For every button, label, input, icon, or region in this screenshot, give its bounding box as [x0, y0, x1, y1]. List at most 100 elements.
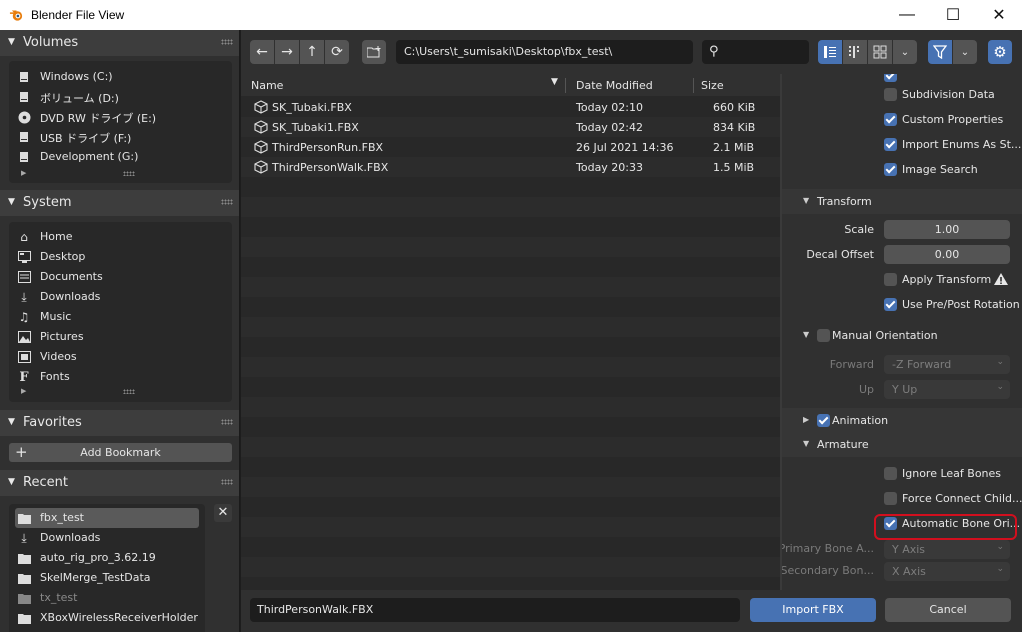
collapse-arrow-icon: ▼ — [8, 37, 15, 47]
resize-handle[interactable] — [123, 171, 135, 176]
add-bookmark-button[interactable]: + Add Bookmark — [9, 443, 232, 462]
empty-row — [241, 377, 780, 397]
clear-recent-button[interactable]: ✕ — [214, 504, 232, 522]
thumbnail-view-button[interactable] — [868, 40, 892, 64]
file-name: SK_Tubaki1.FBX — [272, 121, 359, 134]
import-fbx-button[interactable]: Import FBX — [750, 598, 876, 622]
recent-item[interactable]: auto_rig_pro_3.62.19 — [15, 548, 205, 568]
primary-bone-axis-dropdown[interactable]: Y Axis ⌄ — [884, 540, 1010, 559]
file-row[interactable]: ThirdPersonRun.FBX 26 Jul 2021 14:36 2.1 M… — [241, 137, 780, 157]
scale-field[interactable]: 1.00 — [884, 220, 1010, 239]
volume-label: USB ドライブ (F:) — [40, 132, 132, 145]
settings-toggle-button[interactable]: ⚙ — [988, 40, 1012, 64]
drag-grip-icon[interactable] — [221, 39, 233, 45]
checkbox-icon — [884, 113, 897, 126]
sidebar-item-home[interactable]: ⌂ Home — [15, 227, 205, 247]
volume-item[interactable]: DVD RW ドライブ (E:) — [15, 107, 205, 127]
sidebar-item-desktop[interactable]: Desktop — [15, 247, 205, 267]
empty-row — [241, 517, 780, 537]
maximize-button[interactable]: ☐ — [930, 0, 976, 30]
volume-item[interactable]: Windows (C:) — [15, 67, 205, 87]
manual-orientation-section-header[interactable]: ▼ Manual Orientation — [782, 323, 1022, 348]
volume-item[interactable]: Development (G:) — [15, 147, 205, 167]
recent-item[interactable]: fbx_test — [15, 508, 199, 528]
search-input[interactable]: ⚲ — [702, 40, 809, 64]
directory-path-input[interactable]: C:\Users\t_sumisaki\Desktop\fbx_test\ — [396, 40, 693, 64]
sidebar-item-pictures[interactable]: Pictures — [15, 327, 205, 347]
file-name: ThirdPersonWalk.FBX — [272, 161, 389, 174]
up-dropdown[interactable]: Y Up ⌄ — [884, 380, 1010, 399]
favorites-panel-header[interactable]: ▼ Favorites — [0, 410, 239, 436]
transform-section-header[interactable]: ▼ Transform — [782, 189, 1022, 214]
volumes-panel-header[interactable]: ▼ Volumes — [0, 30, 239, 56]
back-button[interactable]: ← — [250, 40, 274, 64]
empty-row — [241, 357, 780, 377]
sidebar-item-downloads[interactable]: ⤓ Downloads — [15, 287, 205, 307]
horizontal-list-view-button[interactable] — [843, 40, 867, 64]
close-window-button[interactable]: ✕ — [976, 0, 1022, 30]
file-row[interactable]: SK_Tubaki1.FBX Today 02:42 834 KiB — [241, 117, 780, 137]
recent-item[interactable]: SkelMerge_TestData — [15, 568, 205, 588]
filter-settings-dropdown[interactable]: ⌄ — [953, 40, 977, 64]
file-list-header: Name ▼ Date Modified Size — [241, 74, 780, 96]
minimize-button[interactable]: — — [884, 0, 930, 30]
column-date-header[interactable]: Date Modified — [576, 79, 653, 92]
volume-item[interactable]: USB ドライブ (F:) — [15, 127, 205, 147]
filter-toggle-button[interactable] — [928, 40, 952, 64]
refresh-button[interactable]: ⟳ — [325, 40, 349, 64]
picture-icon — [17, 330, 31, 344]
column-name-header[interactable]: Name — [251, 79, 283, 92]
recent-panel-header[interactable]: ▼ Recent — [0, 470, 239, 496]
column-divider[interactable] — [565, 78, 566, 93]
file-row[interactable]: SK_Tubaki.FBX Today 02:10 660 KiB — [241, 97, 780, 117]
decal-offset-field[interactable]: 0.00 — [884, 245, 1010, 264]
chevron-down-icon: ⌄ — [996, 542, 1004, 552]
recent-list: fbx_test ⤓ Downloads auto_rig_pro_3.62.1… — [9, 504, 205, 632]
recent-item[interactable]: tx_test — [15, 588, 205, 608]
vertical-list-view-button[interactable] — [818, 40, 842, 64]
drag-grip-icon[interactable] — [221, 479, 233, 485]
animation-checkbox[interactable] — [817, 414, 830, 427]
file-date: Today 20:33 — [576, 161, 644, 174]
collapse-arrow-icon: ▼ — [803, 439, 810, 448]
resize-handle[interactable] — [123, 389, 135, 394]
forward-dropdown[interactable]: -Z Forward ⌄ — [884, 355, 1010, 374]
drag-grip-icon[interactable] — [221, 419, 233, 425]
volume-item[interactable]: ボリューム (D:) — [15, 87, 205, 107]
forward-button[interactable]: → — [275, 40, 299, 64]
sidebar: ▼ Volumes Windows (C:) ボリューム (D:) DVD RW… — [0, 30, 240, 632]
folder-icon — [17, 611, 31, 625]
secondary-bone-axis-dropdown[interactable]: X Axis ⌄ — [884, 562, 1010, 581]
sidebar-item-videos[interactable]: Videos — [15, 347, 205, 367]
sidebar-item-documents[interactable]: Documents — [15, 267, 205, 287]
cancel-button[interactable]: Cancel — [885, 598, 1011, 622]
parent-directory-button[interactable]: ↑ — [300, 40, 324, 64]
recent-item-label: XBoxWirelessReceiverHolder — [40, 611, 198, 624]
empty-row — [241, 577, 780, 590]
animation-section-header[interactable]: ▶ Animation — [782, 408, 1022, 433]
drag-grip-icon[interactable] — [221, 199, 233, 205]
empty-row — [241, 237, 780, 257]
sidebar-item-fonts[interactable]: F Fonts — [15, 367, 205, 387]
system-list: ⌂ Home Desktop Documents ⤓ Downloads ♫ M… — [9, 222, 232, 402]
columns-view-icon — [849, 46, 859, 58]
manual-orientation-checkbox[interactable] — [817, 329, 830, 342]
hard-drive-icon — [17, 90, 31, 104]
display-settings-dropdown[interactable]: ⌄ — [893, 40, 917, 64]
filename-input[interactable]: ThirdPersonWalk.FBX — [250, 598, 740, 622]
armature-section-header[interactable]: ▼ Armature — [782, 432, 1022, 457]
hard-drive-icon — [17, 150, 31, 164]
column-size-header[interactable]: Size — [701, 79, 724, 92]
file-row[interactable]: ThirdPersonWalk.FBX Today 20:33 1.5 MiB — [241, 157, 780, 177]
file-name: ThirdPersonRun.FBX — [272, 141, 384, 154]
column-divider[interactable] — [693, 78, 694, 93]
system-panel-header[interactable]: ▼ System — [0, 190, 239, 216]
sidebar-item-music[interactable]: ♫ Music — [15, 307, 205, 327]
recent-item[interactable]: ⤓ Downloads — [15, 528, 205, 548]
empty-row — [241, 437, 780, 457]
recent-item[interactable]: XBoxWirelessReceiverHolder — [15, 608, 205, 628]
sort-arrow-icon[interactable]: ▼ — [551, 77, 558, 87]
expand-arrow-icon[interactable]: ▶ — [21, 169, 26, 177]
new-folder-button[interactable] — [362, 40, 386, 64]
expand-arrow-icon[interactable]: ▶ — [21, 387, 26, 395]
